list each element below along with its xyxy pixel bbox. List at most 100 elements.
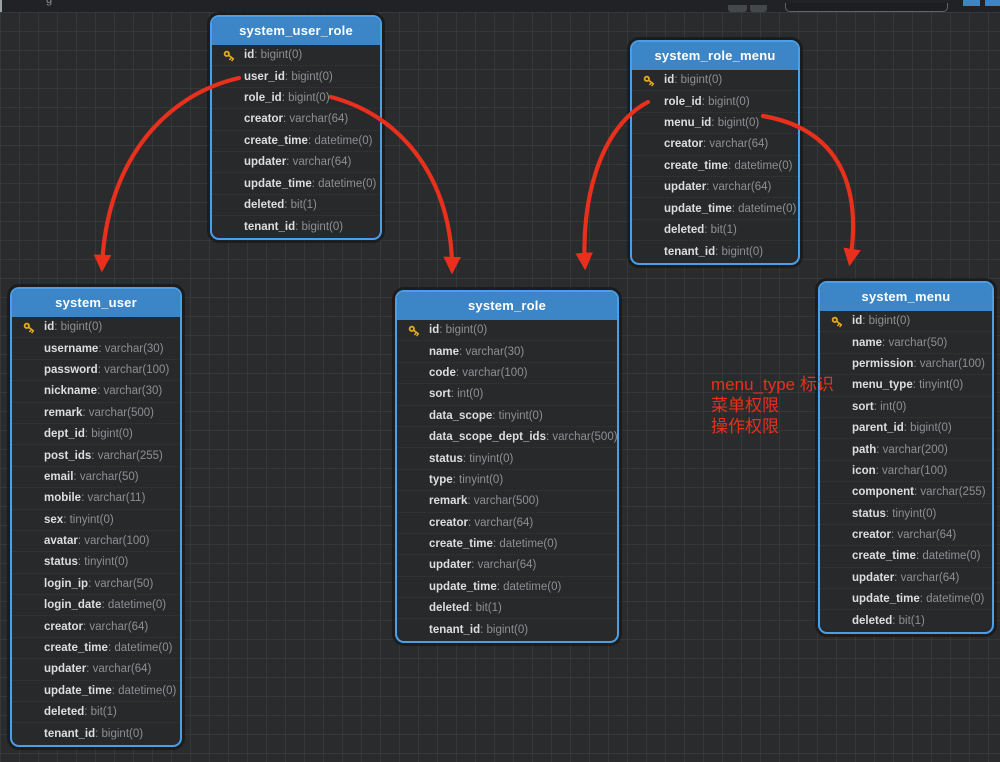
field-row[interactable]: statustinyint(0) bbox=[12, 552, 180, 573]
field-row[interactable]: role_idbigint(0) bbox=[212, 88, 380, 109]
toolbar-edge-highlight bbox=[0, 0, 2, 12]
field-name: update_time bbox=[244, 178, 312, 190]
field-row[interactable]: idbigint(0) bbox=[12, 317, 180, 338]
field-row[interactable]: deletedbit(1) bbox=[12, 702, 180, 723]
field-name: user_id bbox=[244, 71, 285, 83]
table-title[interactable]: system_role_menu bbox=[632, 42, 798, 70]
field-row[interactable]: codevarchar(100) bbox=[397, 363, 617, 384]
field-name: create_time bbox=[852, 550, 916, 562]
field-row[interactable]: menu_typetinyint(0) bbox=[820, 375, 992, 396]
field-type: bigint(0) bbox=[282, 92, 330, 104]
field-row[interactable]: sortint(0) bbox=[820, 397, 992, 418]
toolbar-search-input[interactable] bbox=[785, 3, 948, 12]
field-row[interactable]: update_timedatetime(0) bbox=[820, 589, 992, 610]
field-row[interactable]: remarkvarchar(500) bbox=[397, 491, 617, 512]
field-row[interactable]: update_timedatetime(0) bbox=[212, 173, 380, 194]
field-name: deleted bbox=[664, 224, 704, 236]
field-row[interactable]: update_timedatetime(0) bbox=[397, 577, 617, 598]
field-row[interactable]: tenant_idbigint(0) bbox=[632, 241, 798, 262]
field-row[interactable]: sextinyint(0) bbox=[12, 510, 180, 531]
field-row[interactable]: componentvarchar(255) bbox=[820, 482, 992, 503]
field-row[interactable]: create_timedatetime(0) bbox=[12, 638, 180, 659]
field-row[interactable]: creatorvarchar(64) bbox=[632, 134, 798, 155]
field-row[interactable]: menu_idbigint(0) bbox=[632, 113, 798, 134]
field-row[interactable]: statustinyint(0) bbox=[397, 448, 617, 469]
toolbar-action-button-1[interactable] bbox=[963, 0, 980, 6]
field-row[interactable]: updatervarchar(64) bbox=[12, 659, 180, 680]
field-row[interactable]: nicknamevarchar(30) bbox=[12, 381, 180, 402]
field-row[interactable]: creatorvarchar(64) bbox=[820, 525, 992, 546]
field-row[interactable]: tenant_idbigint(0) bbox=[212, 216, 380, 237]
field-row[interactable]: iconvarchar(100) bbox=[820, 461, 992, 482]
field-row[interactable]: creatorvarchar(64) bbox=[212, 109, 380, 130]
field-row[interactable]: deletedbit(1) bbox=[632, 220, 798, 241]
field-row[interactable]: idbigint(0) bbox=[632, 70, 798, 91]
field-row[interactable]: sortint(0) bbox=[397, 384, 617, 405]
field-row[interactable]: permissionvarchar(100) bbox=[820, 354, 992, 375]
table-system-user[interactable]: system_user idbigint(0) usernamevarchar(… bbox=[10, 287, 182, 747]
field-type: tinyint(0) bbox=[886, 508, 937, 520]
field-row[interactable]: update_timedatetime(0) bbox=[632, 198, 798, 219]
field-row[interactable]: deletedbit(1) bbox=[397, 598, 617, 619]
field-type: varchar(30) bbox=[98, 343, 163, 355]
field-row[interactable]: updatervarchar(64) bbox=[820, 568, 992, 589]
field-type: tinyint(0) bbox=[913, 379, 964, 391]
field-row[interactable]: role_idbigint(0) bbox=[632, 91, 798, 112]
field-row[interactable]: creatorvarchar(64) bbox=[12, 616, 180, 637]
field-row[interactable]: create_timedatetime(0) bbox=[820, 546, 992, 567]
field-row[interactable]: updatervarchar(64) bbox=[212, 152, 380, 173]
table-title[interactable]: system_role bbox=[397, 292, 617, 320]
diagram-canvas[interactable]: g system_user_role idbigint(0) user_idbi… bbox=[0, 0, 1000, 762]
field-name: data_scope_dept_ids bbox=[429, 431, 546, 443]
field-row[interactable]: create_timedatetime(0) bbox=[632, 156, 798, 177]
field-row[interactable]: updatervarchar(64) bbox=[632, 177, 798, 198]
field-row[interactable]: user_idbigint(0) bbox=[212, 66, 380, 87]
field-row[interactable]: deletedbit(1) bbox=[820, 610, 992, 631]
field-row[interactable]: parent_idbigint(0) bbox=[820, 418, 992, 439]
table-title[interactable]: system_user bbox=[12, 289, 180, 317]
field-row[interactable]: tenant_idbigint(0) bbox=[397, 619, 617, 640]
field-name: icon bbox=[852, 465, 876, 477]
toolbar-button-1[interactable] bbox=[728, 5, 747, 12]
table-system-role-menu[interactable]: system_role_menu idbigint(0) role_idbigi… bbox=[630, 40, 800, 265]
field-row[interactable]: idbigint(0) bbox=[820, 311, 992, 332]
field-row[interactable]: data_scope_dept_idsvarchar(500) bbox=[397, 427, 617, 448]
field-type: bigint(0) bbox=[254, 49, 302, 61]
field-row[interactable]: idbigint(0) bbox=[397, 320, 617, 341]
field-row[interactable]: login_ipvarchar(50) bbox=[12, 574, 180, 595]
table-system-role[interactable]: system_role idbigint(0) namevarchar(30) … bbox=[395, 290, 619, 643]
field-row[interactable]: mobilevarchar(11) bbox=[12, 488, 180, 509]
field-row[interactable]: typetinyint(0) bbox=[397, 470, 617, 491]
field-row[interactable]: tenant_idbigint(0) bbox=[12, 723, 180, 744]
field-row[interactable]: deletedbit(1) bbox=[212, 195, 380, 216]
field-name: status bbox=[429, 453, 463, 465]
field-row[interactable]: create_timedatetime(0) bbox=[397, 534, 617, 555]
field-row[interactable]: update_timedatetime(0) bbox=[12, 681, 180, 702]
table-system-menu[interactable]: system_menu idbigint(0) namevarchar(50) … bbox=[818, 281, 994, 634]
field-type: bigint(0) bbox=[904, 422, 952, 434]
field-name: creator bbox=[429, 517, 468, 529]
table-title[interactable]: system_menu bbox=[820, 283, 992, 311]
field-row[interactable]: data_scopetinyint(0) bbox=[397, 406, 617, 427]
table-title[interactable]: system_user_role bbox=[212, 17, 380, 45]
field-row[interactable]: emailvarchar(50) bbox=[12, 467, 180, 488]
toolbar-action-button-2[interactable] bbox=[985, 0, 1000, 6]
field-name: id bbox=[44, 321, 54, 333]
field-row[interactable]: usernamevarchar(30) bbox=[12, 338, 180, 359]
field-row[interactable]: namevarchar(50) bbox=[820, 332, 992, 353]
table-system-user-role[interactable]: system_user_role idbigint(0) user_idbigi… bbox=[210, 15, 382, 240]
field-row[interactable]: statustinyint(0) bbox=[820, 504, 992, 525]
field-row[interactable]: post_idsvarchar(255) bbox=[12, 445, 180, 466]
field-row[interactable]: create_timedatetime(0) bbox=[212, 131, 380, 152]
field-row[interactable]: pathvarchar(200) bbox=[820, 439, 992, 460]
field-row[interactable]: namevarchar(30) bbox=[397, 341, 617, 362]
field-row[interactable]: dept_idbigint(0) bbox=[12, 424, 180, 445]
field-row[interactable]: updatervarchar(64) bbox=[397, 555, 617, 576]
field-row[interactable]: avatarvarchar(100) bbox=[12, 531, 180, 552]
field-row[interactable]: remarkvarchar(500) bbox=[12, 403, 180, 424]
field-row[interactable]: login_datedatetime(0) bbox=[12, 595, 180, 616]
field-row[interactable]: passwordvarchar(100) bbox=[12, 360, 180, 381]
field-row[interactable]: creatorvarchar(64) bbox=[397, 513, 617, 534]
toolbar-button-2[interactable] bbox=[750, 5, 767, 12]
field-row[interactable]: idbigint(0) bbox=[212, 45, 380, 66]
